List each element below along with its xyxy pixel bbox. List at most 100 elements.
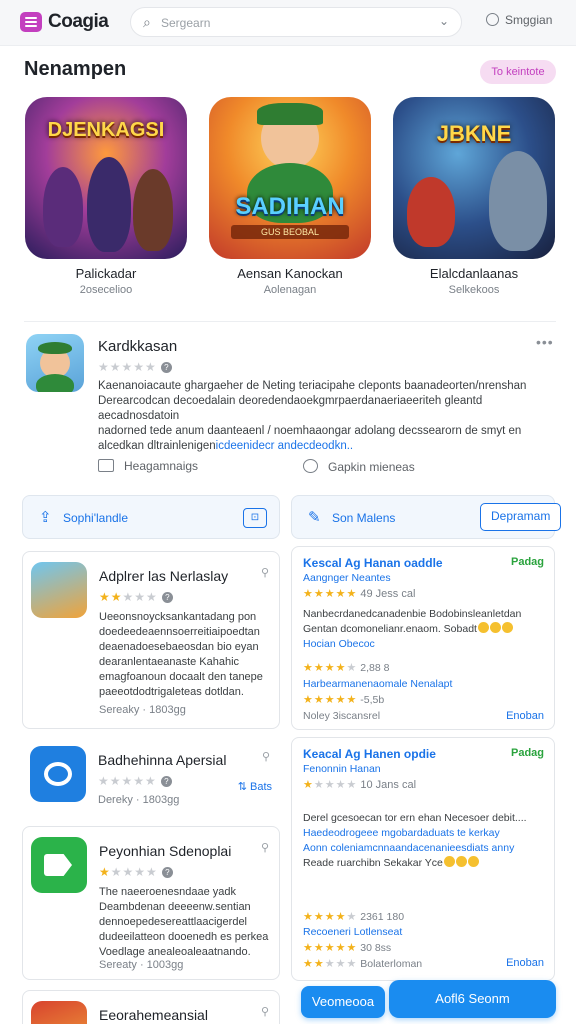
review-link[interactable]: Harbearmanenaomale Nenalapt <box>303 678 452 690</box>
search-placeholder: Sergearn <box>161 16 211 30</box>
share-bar[interactable]: ⇪ Sophi'landle ⊡ <box>22 495 280 539</box>
divider <box>24 321 556 322</box>
review-line: Nanbecrdanedcanadenbie Bodobinsleanletda… <box>303 608 522 620</box>
comment-icon <box>303 459 318 473</box>
review-link[interactable]: Hocian Obecoc <box>303 637 547 652</box>
info-icon[interactable]: ? <box>161 592 173 603</box>
review-count: 49 Jess cal <box>360 588 416 600</box>
body-line: Voedlage anealeoaleaatnando. <box>99 946 251 958</box>
rating-row: ★★★★★ Bolaterloman <box>303 958 423 970</box>
rating-row-count: Bolaterloman <box>360 958 423 970</box>
info-icon[interactable]: ? <box>160 776 172 787</box>
write-review-button[interactable]: Depramam <box>480 503 562 531</box>
app-icon <box>31 1001 87 1024</box>
review-title: Kescal Ag Hanan oaddle <box>303 556 443 570</box>
review-author[interactable]: Aangnger Neantes <box>303 572 391 584</box>
art-title: DJENKAGSI <box>47 119 165 141</box>
sign-in-button[interactable]: Smggian <box>486 13 552 27</box>
featured-sub: Selkekoos <box>448 284 500 296</box>
rating-row-count: 2,88 8 <box>360 662 390 674</box>
pin-icon[interactable]: ⚲ <box>261 1005 269 1018</box>
list-item[interactable]: Badhehinna Apersial ★★★★★? ⚲ ⇅ Bats Dere… <box>22 736 280 816</box>
meta-label: Heagamnaigs <box>124 459 199 473</box>
info-icon[interactable]: ? <box>161 867 173 878</box>
featured-card[interactable]: JBKNE Elalcdanlaanas Selkekoos <box>393 97 555 296</box>
share-label: Sophi'landle <box>63 511 129 525</box>
list-item-title: Peyonhian Sdenoplai <box>99 843 232 859</box>
rating-row: ★★★★★ 2,88 8 <box>303 662 390 674</box>
list-item[interactable]: Adplrer las Nerlaslay ★★★★★? ⚲ Ueeonsnoy… <box>22 551 280 729</box>
rating-row-count: 2361 180 <box>360 911 405 923</box>
featured-card[interactable]: DJENKAGSI Palickadar 2osecelioo <box>25 97 187 296</box>
emoji-icon <box>467 856 479 867</box>
meta-reviews[interactable]: Gapkin mieneas <box>303 459 415 474</box>
art-title: SADIHAN <box>235 193 345 220</box>
art-subtitle: GUS BEOBAL <box>231 225 349 239</box>
featured-card[interactable]: SADIHAN GUS BEOBAL Aensan Kanockan Aolen… <box>209 97 371 296</box>
review-link[interactable]: Recoeneri Lotlenseat <box>303 926 402 938</box>
featured-sub: Aolenagan <box>263 284 317 296</box>
review-text: Derel gcesoecan tor ern ehan Necesoer de… <box>303 811 547 871</box>
review-line: Derel gcesoecan tor ern ehan Necesoer de… <box>303 812 527 824</box>
review-card[interactable]: Keacal Ag Hanen opdie Padag Fenonnin Han… <box>291 737 555 981</box>
desc-line: Kaenanoiacaute ghargaeher de Neting teri… <box>98 380 527 392</box>
review-author[interactable]: Fenonnin Hanan <box>303 763 381 775</box>
emoji-icon <box>501 622 513 633</box>
review-rating: ★★★★★ 10 Jans cal <box>303 779 417 791</box>
meta-screenshots[interactable]: Heagamnaigs <box>98 459 198 473</box>
body-line: dearanlentaeanaste Kahahic <box>99 656 240 668</box>
body-line: Ueeonsnoycksankantadang pon <box>99 611 257 623</box>
desc-line: alcedkan dltrainlenigen <box>98 440 216 452</box>
review-tag: Padag <box>510 556 544 568</box>
rating-row-count: 30 8ss <box>360 942 392 954</box>
pin-icon[interactable]: ⚲ <box>261 841 269 854</box>
review-text: Nanbecrdanedcanadenbie Bodobinsleanletda… <box>303 607 547 652</box>
list-item[interactable]: Eeorahemeansial ⚲ <box>22 990 280 1024</box>
app-icon[interactable] <box>26 334 84 392</box>
review-action[interactable]: Enoban <box>506 957 544 969</box>
pin-icon[interactable]: ⚲ <box>262 750 270 763</box>
secondary-button[interactable]: Veomeooa <box>301 986 385 1018</box>
list-item-footer: Sereaty · 1003gg <box>99 959 184 971</box>
app-logo[interactable]: Coagia <box>48 11 109 33</box>
search-input[interactable]: ⌕ Sergearn ⌄ <box>130 7 462 37</box>
review-title: Keacal Ag Hanen opdie <box>303 747 436 761</box>
primary-button[interactable]: Aofl6 Seonm <box>389 980 556 1018</box>
info-icon[interactable]: ? <box>160 362 172 373</box>
body-line: paeeotdodtrigaleteas dotldan. <box>99 686 244 698</box>
list-item-title: Badhehinna Apersial <box>98 752 227 768</box>
review-bar-label: Son Malens <box>332 511 396 525</box>
review-action[interactable]: Enoban <box>506 710 544 722</box>
menu-icon[interactable] <box>20 12 42 32</box>
desc-line: nadorned tede anum daanteaenl / noemhaao… <box>98 425 522 437</box>
game-art-image: JBKNE <box>393 97 555 259</box>
more-options-icon[interactable]: ••• <box>536 334 554 350</box>
chevron-down-icon[interactable]: ⌄ <box>439 14 449 28</box>
body-line: deaenadoesebaeosdan bio eyan <box>99 641 259 653</box>
list-item[interactable]: Peyonhian Sdenoplai ★★★★★? ⚲ The naeeroe… <box>22 826 280 980</box>
user-icon <box>486 13 499 26</box>
review-bar[interactable]: ✎ Son Malens Depramam <box>291 495 562 539</box>
app-description: Kaenanoiacaute ghargaeher de Neting teri… <box>98 379 550 454</box>
body-line: The naeeroenesndaae yadk <box>99 886 236 898</box>
read-more-link[interactable]: icdeenidecr andecdeodkn.. <box>216 440 353 452</box>
stats-badge[interactable]: ⇅ Bats <box>238 780 272 793</box>
rating-stars: ★★★★★? <box>98 772 172 790</box>
review-rating: ★★★★★ 49 Jess cal <box>303 588 416 600</box>
rating-row: ★★★★★ 2361 180 <box>303 911 405 923</box>
art-title: JBKNE <box>436 121 512 146</box>
meta-label: Gapkin mieneas <box>328 460 415 474</box>
pin-icon[interactable]: ⚲ <box>261 566 269 579</box>
featured-name: Aensan Kanockan <box>237 266 343 281</box>
stars-icon: ★★★★★ <box>98 360 157 374</box>
featured-sub: 2osecelioo <box>79 284 133 296</box>
screenshot-icon[interactable]: ⊡ <box>243 508 267 528</box>
review-line: Gentan dcomonelianr.enaom. Sobadt <box>303 623 477 635</box>
review-card[interactable]: Kescal Ag Hanan oaddle Padag Aangnger Ne… <box>291 546 555 730</box>
body-line: Deambdenan deeeenw.sentian <box>99 901 251 913</box>
emoji-icon <box>477 622 489 633</box>
app-icon <box>30 746 86 802</box>
game-art-image: SADIHAN GUS BEOBAL <box>209 97 371 259</box>
gallery-icon <box>98 459 114 472</box>
see-more-pill[interactable]: To keintote <box>480 60 556 84</box>
